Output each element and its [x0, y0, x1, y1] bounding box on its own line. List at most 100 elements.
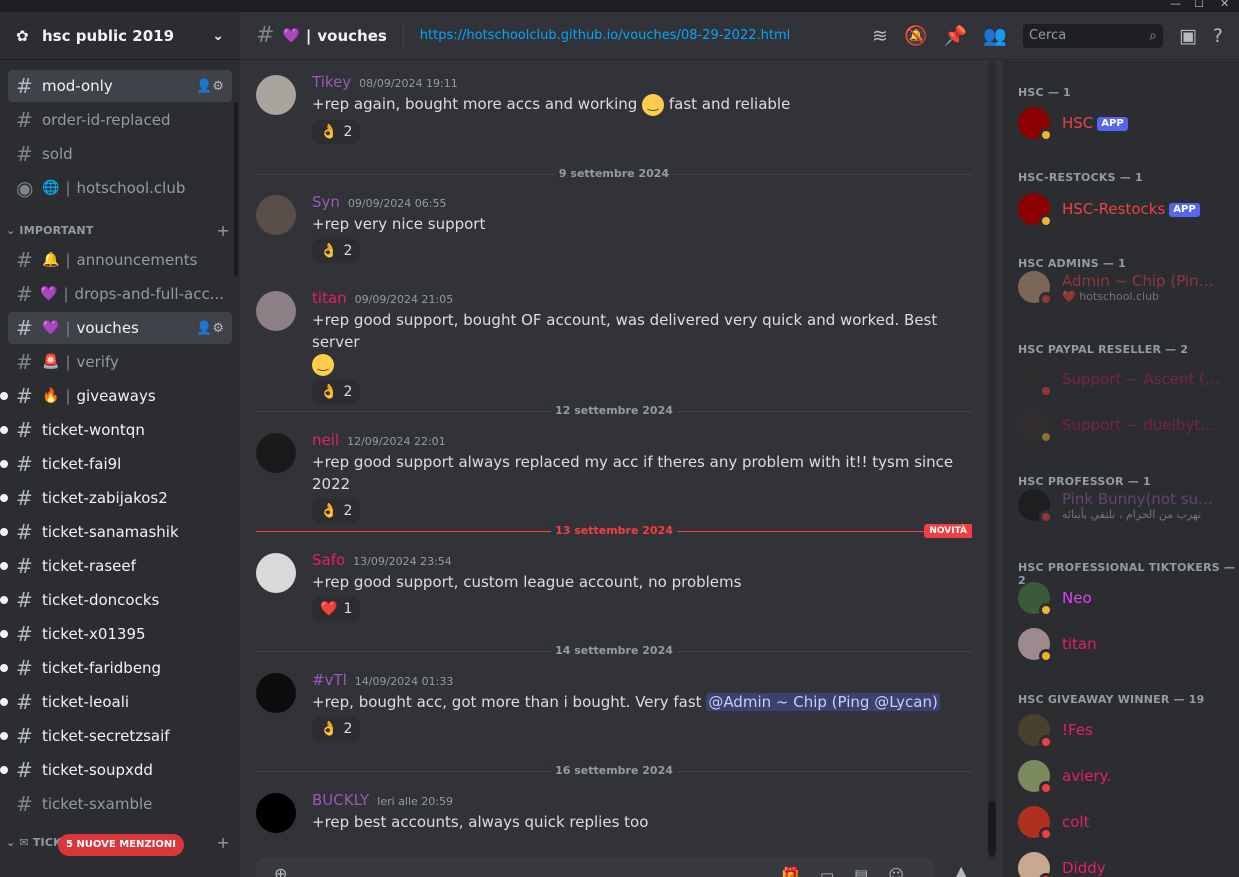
add-channel-icon[interactable]: + — [216, 833, 230, 852]
timestamp: 12/09/2024 22:01 — [347, 435, 446, 448]
reaction-ok-hand[interactable]: 👌 2 — [312, 239, 361, 263]
hash-icon: # — [16, 792, 33, 816]
notification-muted-icon[interactable]: 🔕 — [904, 24, 928, 47]
hash-icon: # — [16, 74, 33, 98]
channel-ticket-faridbeng[interactable]: # ticket-faridbeng — [0, 652, 232, 684]
scrollbar-thumb[interactable] — [988, 801, 996, 856]
member-text: HSC-Restocks APP — [1062, 200, 1200, 218]
member-item[interactable]: HSC-Restocks APP — [1018, 188, 1233, 230]
member-item[interactable]: Neo — [1018, 577, 1233, 619]
help-icon[interactable]: ? — [1213, 25, 1223, 47]
channel-ticket-secretzsaif[interactable]: # ticket-secretzsaif — [0, 720, 232, 752]
channel-topic-link[interactable]: https://hotschoolclub.github.io/vouches/… — [420, 28, 790, 43]
activities-icon[interactable]: ▲ — [955, 862, 967, 877]
member-item[interactable]: titan — [1018, 623, 1233, 665]
channel-verify[interactable]: # 🚨 | verify — [8, 346, 232, 378]
channel-ticket-soupxdd[interactable]: # ticket-soupxdd — [0, 754, 232, 786]
invite-settings-icons[interactable]: 👤⚙ — [196, 79, 224, 94]
channel-label: vouches — [76, 319, 139, 337]
member-item[interactable]: !Fes — [1018, 709, 1233, 751]
username[interactable]: #vTl — [312, 671, 347, 689]
reaction-ok-hand[interactable]: 👌 2 — [312, 379, 361, 404]
globe-icon: 🌐 — [42, 180, 60, 196]
pin-icon[interactable]: 📌 — [944, 24, 968, 47]
channel-hotschool-club[interactable]: ◉ 🌐 | hotschool.club — [8, 172, 232, 204]
search-input[interactable]: Cerca ⌕ — [1022, 23, 1163, 48]
username[interactable]: BUCKLY — [312, 791, 369, 809]
minimize-button[interactable]: — — [1170, 0, 1181, 10]
avatar[interactable] — [256, 75, 296, 115]
member-item[interactable]: aviery. — [1018, 755, 1233, 797]
new-mentions-pill[interactable]: 5 NUOVE MENZIONI — [58, 834, 184, 856]
user-mention[interactable]: @Admin ~ Chip (Ping @Lycan) — [706, 693, 940, 711]
add-channel-icon[interactable]: + — [216, 221, 230, 240]
message-content: +rep good support, bought OF account, wa… — [312, 309, 976, 376]
member-text: Support ~ duelbytes (... — [1062, 416, 1222, 434]
member-item[interactable]: Support ~ duelbytes (... — [1018, 404, 1233, 446]
status-icon — [1039, 510, 1053, 524]
username[interactable]: Safo — [312, 551, 345, 569]
channel-sold[interactable]: # sold — [8, 138, 232, 170]
avatar[interactable] — [256, 793, 296, 833]
reaction-ok-hand[interactable]: 👌 2 — [312, 717, 361, 741]
channel-ticket-fai9l[interactable]: # ticket-fai9l — [0, 448, 232, 480]
composer-icons[interactable]: 🎁▭▤☺ — [781, 866, 924, 877]
channel-order-id-replaced[interactable]: # order-id-replaced — [8, 104, 232, 136]
member-item[interactable]: Admin ~ Chip (Ping @...❤️ hotschool.club — [1018, 266, 1233, 308]
maximize-button[interactable]: ☐ — [1194, 0, 1204, 10]
hash-icon: # — [16, 452, 33, 476]
reaction-heart[interactable]: ❤️ 1 — [312, 597, 361, 621]
member-name-text: Pink Bunny(not suppo... — [1062, 489, 1222, 508]
channel-ticket-sxamble[interactable]: # ticket-sxamble — [8, 788, 232, 820]
date-separator: 14 settembre 2024 — [256, 644, 972, 657]
channel-drops[interactable]: # 💜 | drops-and-full-acc... — [8, 278, 232, 310]
message-text: +rep very nice support — [312, 215, 486, 233]
username[interactable]: Syn — [312, 193, 340, 211]
member-item[interactable]: Support ~ Ascent (Pa... — [1018, 358, 1233, 400]
username[interactable]: titan — [312, 289, 347, 307]
message-composer[interactable]: ⊕ 🎁▭▤☺ — [256, 858, 934, 877]
channel-ticket-raseef[interactable]: # ticket-raseef — [0, 550, 232, 582]
channel-announcements[interactable]: # 🔔 | announcements — [8, 244, 232, 276]
channel-ticket-leoali[interactable]: # ticket-leoali — [0, 686, 232, 718]
channel-vouches[interactable]: # 💜 | vouches 👤⚙ — [8, 312, 232, 344]
server-header[interactable]: ✿ hsc public 2019 ⌄ — [0, 12, 240, 60]
username[interactable]: Tikey — [312, 73, 351, 91]
channel-giveaways[interactable]: # 🔥 | giveaways — [0, 380, 232, 412]
member-item[interactable]: Diddy — [1018, 847, 1233, 877]
avatar[interactable] — [256, 291, 296, 331]
category-important[interactable]: ⌄ IMPORTANT + — [0, 218, 240, 242]
threads-icon[interactable]: ≋ — [872, 25, 888, 47]
channel-ticket-sanamashik[interactable]: # ticket-sanamashik — [0, 516, 232, 548]
chat-scrollbar[interactable] — [988, 61, 996, 861]
member-list-icon[interactable]: 👥 — [983, 24, 1007, 47]
invite-settings-icons[interactable]: 👤⚙ — [196, 321, 224, 336]
sidebar-scrollbar[interactable] — [234, 102, 238, 277]
member-item[interactable]: colt — [1018, 801, 1233, 843]
close-window-button[interactable]: ✕ — [1220, 0, 1229, 10]
chevron-down-icon[interactable]: ⌄ — [212, 28, 224, 44]
channel-ticket-x01395[interactable]: # ticket-x01395 — [0, 618, 232, 650]
member-item[interactable]: HSC APP — [1018, 102, 1233, 144]
channel-ticket-doncocks[interactable]: # ticket-doncocks — [0, 584, 232, 616]
reaction-ok-hand[interactable]: 👌 2 — [312, 499, 361, 523]
inbox-icon[interactable]: ▣ — [1179, 25, 1197, 47]
channel-label: ticket-secretzsaif — [42, 727, 170, 745]
avatar[interactable] — [256, 553, 296, 593]
message-content: +rep, bought acc, got more than i bought… — [312, 691, 976, 713]
member-item[interactable]: Pink Bunny(not suppo...نهرب من الحرام ، … — [1018, 484, 1233, 526]
avatar[interactable] — [256, 433, 296, 473]
channel-ticket-wontqn[interactable]: # ticket-wontqn — [0, 414, 232, 446]
unread-indicator — [0, 460, 8, 468]
reaction-ok-hand[interactable]: 👌 2 — [312, 119, 361, 144]
ok-hand-icon: 👌 — [320, 503, 338, 519]
username[interactable]: neil — [312, 431, 339, 449]
avatar[interactable] — [256, 673, 296, 713]
add-attachment-icon[interactable]: ⊕ — [274, 864, 287, 877]
member-list: HSC — 1 HSC-RESTOCKS — 1 HSC ADMINS — 1 HSC… — [1003, 61, 1239, 877]
channel-ticket-zabijakos2[interactable]: # ticket-zabijakos2 — [0, 482, 232, 514]
channel-mod-only[interactable]: # mod-only 👤⚙ — [8, 70, 232, 102]
message-text: +rep again, bought more accs and working — [312, 95, 638, 113]
reaction-count: 2 — [343, 721, 353, 737]
avatar[interactable] — [256, 195, 296, 235]
